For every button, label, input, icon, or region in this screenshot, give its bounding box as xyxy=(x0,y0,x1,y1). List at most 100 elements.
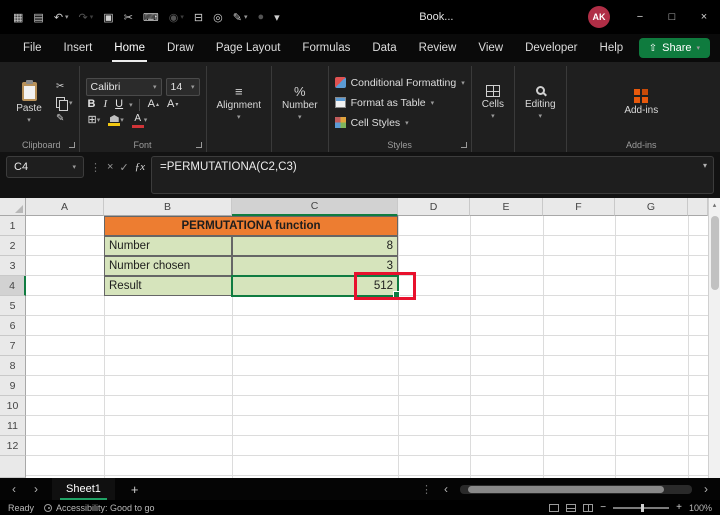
tab-file[interactable]: File xyxy=(12,34,53,62)
workbook-title[interactable]: Book... xyxy=(419,11,453,23)
italic-button[interactable]: I xyxy=(101,99,109,110)
font-color-button[interactable]: A▾ xyxy=(130,114,150,128)
scroll-left-icon[interactable]: ‹ xyxy=(440,482,452,496)
column-header-f[interactable]: F xyxy=(543,198,615,216)
cell-styles-button[interactable]: Cell Styles▾ xyxy=(335,114,465,131)
editing-button[interactable]: Editing ▾ xyxy=(521,86,560,120)
page-break-preview-icon[interactable] xyxy=(583,504,593,512)
horizontal-scrollbar[interactable] xyxy=(460,485,692,494)
redo-icon[interactable]: ↷▾ xyxy=(74,4,99,30)
record-icon[interactable]: ● xyxy=(252,4,269,30)
column-header-b[interactable]: B xyxy=(104,198,232,216)
select-all-button[interactable] xyxy=(0,198,26,216)
row-header-6[interactable]: 6 xyxy=(0,316,26,336)
undo-icon[interactable]: ↶▾ xyxy=(49,4,74,30)
row-header-12[interactable]: 12 xyxy=(0,436,26,456)
row-header-2[interactable]: 2 xyxy=(0,236,26,256)
tab-formulas[interactable]: Formulas xyxy=(291,34,361,62)
column-header-e[interactable]: E xyxy=(470,198,543,216)
cell-b1-merged-title[interactable]: PERMUTATIONA function xyxy=(104,216,398,236)
cell-c3[interactable]: 3 xyxy=(232,256,398,276)
tab-page-layout[interactable]: Page Layout xyxy=(205,34,292,62)
previous-sheet-icon[interactable]: ‹ xyxy=(8,482,20,496)
clipboard-dialog-launcher[interactable] xyxy=(69,142,75,148)
cell-b2[interactable]: Number xyxy=(104,236,232,256)
printer-icon[interactable]: ⊟ xyxy=(189,4,208,30)
cell-c2[interactable]: 8 xyxy=(232,236,398,256)
row-header-7[interactable]: 7 xyxy=(0,336,26,356)
accessibility-status[interactable]: Accessibility: Good to go xyxy=(44,503,155,513)
next-sheet-icon[interactable]: › xyxy=(30,482,42,496)
alignment-button[interactable]: ≡ Alignment ▾ xyxy=(213,85,265,121)
enter-button[interactable]: ✓ xyxy=(119,161,128,174)
maximize-button[interactable]: □ xyxy=(656,0,688,34)
ink-pen-icon[interactable]: ✎▾ xyxy=(228,4,253,30)
share-button[interactable]: ⇧ Share ▾ xyxy=(639,38,710,58)
name-box[interactable]: C4▾ xyxy=(6,156,84,178)
borders-button[interactable]: ⊞▾ xyxy=(86,115,103,126)
row-header-10[interactable]: 10 xyxy=(0,396,26,416)
font-size-select[interactable]: 14▾ xyxy=(166,78,200,96)
vertical-scrollbar-thumb[interactable] xyxy=(711,216,719,290)
drag-handle-icon[interactable]: ⋮ xyxy=(90,161,101,174)
increase-font-size-button[interactable]: A▴ xyxy=(146,99,161,110)
tab-view[interactable]: View xyxy=(467,34,514,62)
underline-button[interactable]: U xyxy=(113,99,125,110)
vertical-scrollbar[interactable]: ▴ xyxy=(708,198,720,478)
excel-app-icon[interactable]: ▦ xyxy=(8,4,28,30)
number-button[interactable]: % Number ▾ xyxy=(278,85,322,121)
minimize-button[interactable]: − xyxy=(624,0,656,34)
row-header-4[interactable]: 4 xyxy=(0,276,26,296)
scroll-up-icon[interactable]: ▴ xyxy=(709,198,720,209)
new-sheet-button[interactable]: + xyxy=(125,482,145,497)
cell-c4-active[interactable]: 512 xyxy=(232,276,398,296)
cut-button[interactable]: ✂ xyxy=(56,82,73,92)
font-dialog-launcher[interactable] xyxy=(196,142,202,148)
save-icon[interactable]: ▤ xyxy=(28,4,48,30)
tab-review[interactable]: Review xyxy=(408,34,468,62)
cancel-button[interactable]: × xyxy=(107,161,113,173)
format-as-table-button[interactable]: Format as Table▾ xyxy=(335,94,465,111)
scroll-right-icon[interactable]: › xyxy=(700,482,712,496)
decrease-font-size-button[interactable]: A▾ xyxy=(165,99,180,110)
normal-view-icon[interactable] xyxy=(549,504,559,512)
zoom-level[interactable]: 100% xyxy=(689,503,712,513)
row-header-3[interactable]: 3 xyxy=(0,256,26,276)
touch-mode-icon[interactable]: ◉▾ xyxy=(164,4,189,30)
addins-button[interactable]: Add-ins xyxy=(620,89,662,116)
row-header-5[interactable]: 5 xyxy=(0,296,26,316)
cell-b4[interactable]: Result xyxy=(104,276,232,296)
page-layout-view-icon[interactable] xyxy=(566,504,576,512)
cut-icon[interactable]: ✂ xyxy=(119,4,138,30)
zoom-out-button[interactable]: − xyxy=(600,502,606,513)
more-commands-icon[interactable]: ▾ xyxy=(269,4,285,30)
conditional-formatting-button[interactable]: Conditional Formatting▾ xyxy=(335,74,465,91)
formula-input[interactable]: =PERMUTATIONA(C2,C3) ▾ xyxy=(151,156,714,194)
zoom-in-button[interactable]: + xyxy=(676,502,682,513)
tab-draw[interactable]: Draw xyxy=(156,34,205,62)
bold-button[interactable]: B xyxy=(86,99,98,110)
account-avatar[interactable]: AK xyxy=(588,6,610,28)
column-header-g[interactable]: G xyxy=(615,198,688,216)
tab-help[interactable]: Help xyxy=(589,34,635,62)
copy-icon[interactable]: ▣ xyxy=(98,4,118,30)
keyboard-icon[interactable]: ⌨ xyxy=(138,4,164,30)
tab-data[interactable]: Data xyxy=(361,34,407,62)
cell-b3[interactable]: Number chosen xyxy=(104,256,232,276)
zoom-slider-thumb[interactable] xyxy=(641,504,644,512)
tab-home[interactable]: Home xyxy=(103,34,156,62)
font-name-select[interactable]: Calibri▾ xyxy=(86,78,162,96)
cells-area[interactable]: PERMUTATIONA function Number 8 Number ch… xyxy=(26,216,708,478)
paste-button[interactable]: Paste ▾ xyxy=(10,68,48,137)
tab-insert[interactable]: Insert xyxy=(53,34,104,62)
row-header-1[interactable]: 1 xyxy=(0,216,26,236)
format-painter-button[interactable]: ✎ xyxy=(56,114,73,124)
sheet-options-icon[interactable]: ⋮ xyxy=(421,483,432,496)
insert-function-button[interactable]: ƒx xyxy=(135,161,145,173)
zoom-slider[interactable] xyxy=(613,507,669,509)
sheet-tab-sheet1[interactable]: Sheet1 xyxy=(52,478,115,500)
row-header-11[interactable]: 11 xyxy=(0,416,26,436)
column-header-c[interactable]: C xyxy=(232,198,398,216)
camera-icon[interactable]: ◎ xyxy=(208,4,228,30)
row-header-8[interactable]: 8 xyxy=(0,356,26,376)
